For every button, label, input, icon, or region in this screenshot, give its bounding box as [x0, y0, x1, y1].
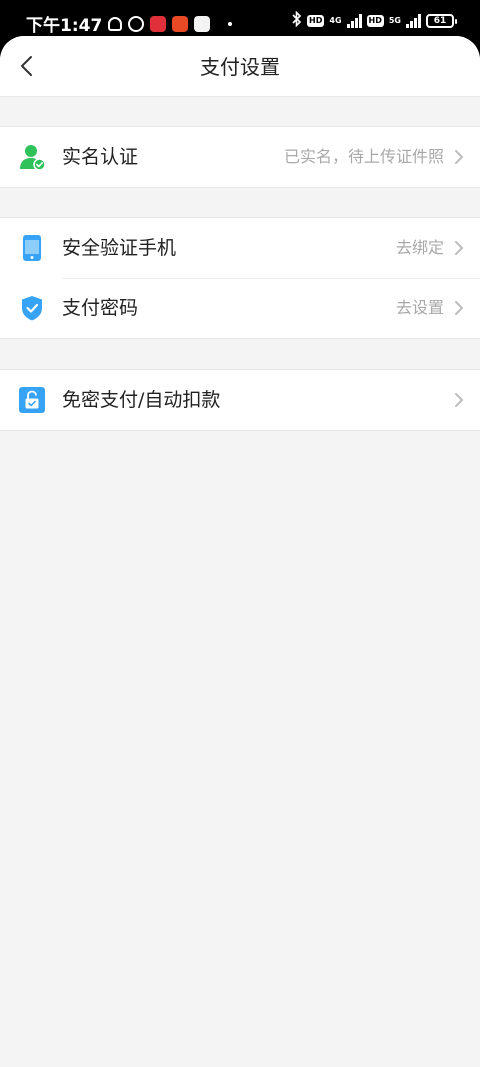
chevron-right-icon — [455, 393, 463, 407]
netease-music-icon — [150, 15, 167, 32]
settings-group-autopay: 免密支付/自动扣款 — [0, 369, 480, 431]
security-phone-item[interactable]: 安全验证手机 去绑定 — [0, 218, 480, 278]
more-notifications-icon — [228, 21, 233, 26]
app-notification-icon — [194, 15, 211, 32]
battery-level: 61 — [433, 16, 447, 26]
chevron-right-icon — [455, 301, 463, 315]
network-type-5g: 5G — [388, 16, 401, 25]
bluetooth-icon — [292, 10, 302, 31]
alarm-icon — [128, 15, 145, 32]
hd-icon: HD — [307, 15, 325, 27]
signal-icon — [406, 14, 421, 28]
user-verified-icon — [18, 143, 46, 171]
signal-icon — [346, 14, 362, 28]
status-bar: 下午1:47 HD 4G HD 5G 61 — [0, 0, 480, 40]
status-time: 下午1:47 — [26, 16, 103, 36]
nav-bar: 支付设置 — [0, 36, 480, 97]
payment-password-status: 去设置 — [395, 298, 444, 317]
lock-icon — [18, 386, 46, 414]
battery-icon: 61 — [426, 14, 457, 28]
real-name-verification-status: 已实名，待上传证件照 — [283, 147, 444, 166]
app-notification-icon — [172, 15, 189, 32]
payment-password-label: 支付密码 — [62, 297, 139, 319]
chevron-right-icon — [455, 241, 463, 255]
phone-icon — [18, 234, 46, 262]
settings-group-security: 安全验证手机 去绑定 支付密码 去设置 — [0, 217, 480, 339]
password-free-payment-item[interactable]: 免密支付/自动扣款 — [0, 370, 480, 430]
settings-group-identity: 实名认证 已实名，待上传证件照 — [0, 126, 480, 188]
app-screen: 支付设置 实名认证 已实名，待上传证件照 安全验证手机 去绑定 支付密码 去设置… — [0, 36, 480, 1067]
real-name-verification-item[interactable]: 实名认证 已实名，待上传证件照 — [0, 127, 480, 187]
status-left: 下午1:47 — [26, 11, 233, 36]
notification-muted-icon — [108, 16, 123, 31]
security-phone-status: 去绑定 — [395, 238, 444, 257]
status-right: HD 4G HD 5G 61 — [292, 10, 457, 31]
shield-icon — [18, 294, 46, 322]
network-type-4g: 4G — [329, 16, 342, 25]
chevron-right-icon — [455, 150, 463, 164]
security-phone-label: 安全验证手机 — [62, 237, 177, 259]
page-title: 支付设置 — [200, 55, 280, 79]
hd-icon: HD — [366, 15, 384, 27]
payment-password-item[interactable]: 支付密码 去设置 — [0, 278, 480, 338]
real-name-verification-label: 实名认证 — [62, 146, 139, 168]
divider — [62, 278, 480, 279]
password-free-payment-label: 免密支付/自动扣款 — [62, 389, 221, 411]
